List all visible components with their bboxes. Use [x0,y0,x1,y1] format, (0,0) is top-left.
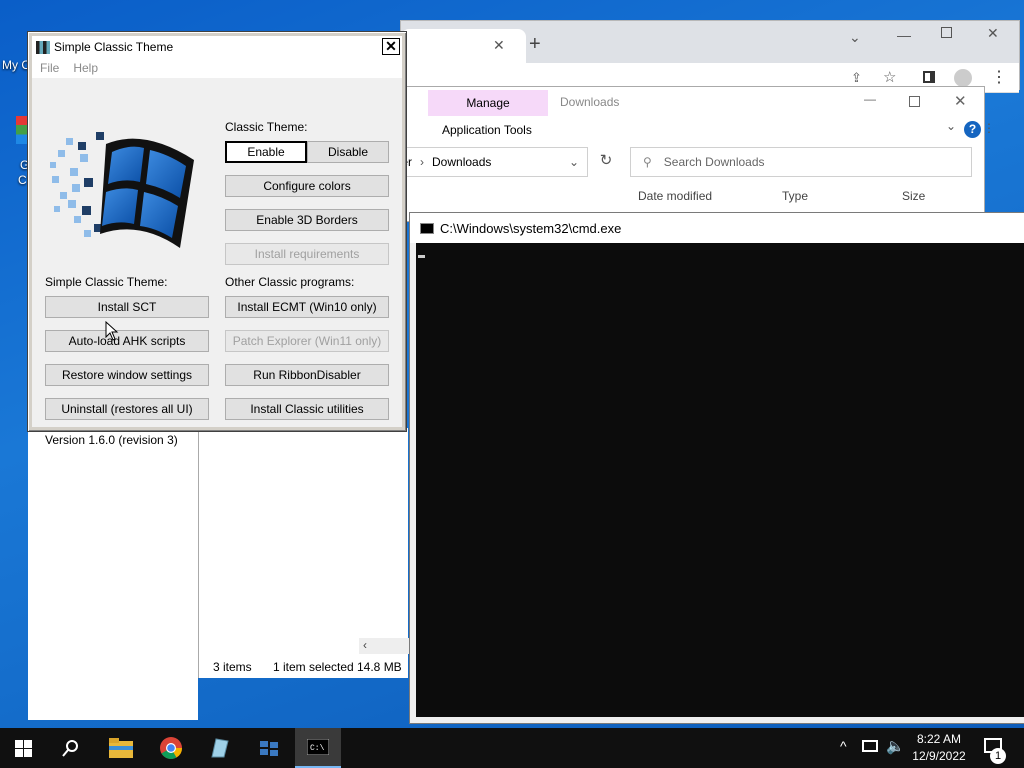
status-size: 14.8 MB [357,660,402,674]
clock-time[interactable]: 8:22 AM [906,732,972,746]
configure-colors-button[interactable]: Configure colors [225,175,389,197]
version-text: Version 1.6.0 (revision 3) [45,433,178,447]
close-icon[interactable]: ✕ [987,25,999,42]
patch-explorer-button[interactable]: Patch Explorer (Win11 only) [225,330,389,352]
sct-title: Simple Classic Theme [54,40,174,54]
explorer-lower-pane: ‹ 3 items 1 item selected 14.8 MB [198,428,409,678]
disable-button[interactable]: Disable [307,141,389,163]
autoload-ahk-button[interactable]: Auto-load AHK scripts [45,330,209,352]
column-header-size[interactable]: Size [902,189,925,203]
cmd-taskbar-icon[interactable]: C:\ [295,728,341,768]
profile-avatar-icon[interactable] [954,69,972,87]
install-classic-utilities-button[interactable]: Install Classic utilities [225,398,389,420]
desktop-icon-label[interactable]: My C [2,58,30,72]
classic-utility-icon[interactable] [196,728,242,768]
search-placeholder: Search Downloads [663,155,765,169]
sct-section-label: Simple Classic Theme: [45,275,168,289]
scroll-left-icon[interactable]: ‹ [363,638,367,652]
mouse-cursor-icon [105,321,119,341]
notification-badge: 1 [990,748,1006,764]
explorer-close-icon[interactable]: ✕ [954,92,967,110]
search-icon[interactable] [48,728,94,768]
enable-3d-borders-button[interactable]: Enable 3D Borders [225,209,389,231]
volume-icon[interactable]: 🔈 [886,737,905,755]
help-icon[interactable]: ? [964,121,981,138]
show-hidden-icons-icon[interactable]: ^ [840,738,847,754]
ribbon-expand-icon[interactable]: ⌄ [946,119,956,133]
status-selected: 1 item selected [273,660,354,674]
cmd-console[interactable] [416,243,1024,717]
desktop-icon-label-2b: C [18,173,27,187]
minimize-icon[interactable]: — [897,27,911,43]
sct-menubar: File Help [32,58,402,78]
browser-tabstrip: ✕ + ⌄ — ✕ [401,21,1019,63]
file-explorer-window: Manage Downloads — ✕ v Application Tools… [395,86,995,222]
maximize-icon[interactable] [941,27,952,38]
bookmark-star-icon[interactable]: ☆ [883,68,896,86]
sct-titlebar[interactable]: Simple Classic Theme ✕ [32,36,402,58]
network-icon[interactable] [862,740,878,752]
refresh-icon[interactable]: ↻ [594,151,618,173]
menu-file[interactable]: File [40,61,59,75]
windows-classic-logo-icon [50,132,194,248]
search-icon: ⚲ [643,155,652,169]
horizontal-scrollbar[interactable]: ‹ [359,638,409,654]
tab-close-icon[interactable]: ✕ [493,37,505,54]
sct-client-area: Classic Theme: Enable Disable Configure … [32,78,402,447]
explorer-minimize-icon[interactable]: — [864,92,876,106]
explorer-left-pane [28,428,198,720]
chevron-down-icon[interactable]: ⌄ [849,29,861,46]
address-bar[interactable]: ter › Downloads ⌄ [396,147,588,177]
restore-window-settings-button[interactable]: Restore window settings [45,364,209,386]
svg-text:C:\: C:\ [310,744,325,753]
new-tab-icon[interactable]: + [529,33,541,56]
ribbon-more-icon[interactable]: ⋮ [983,121,995,135]
status-item-count: 3 items [213,660,252,674]
install-ecmt-button[interactable]: Install ECMT (Win10 only) [225,296,389,318]
cmd-title: C:\Windows\system32\cmd.exe [440,220,622,236]
other-programs-label: Other Classic programs: [225,275,355,289]
chrome-icon[interactable] [148,728,194,768]
cmd-window: C:\Windows\system32\cmd.exe [409,212,1024,724]
share-icon[interactable]: ⇪ [851,70,862,86]
ribbon-application-tools-tab[interactable]: Application Tools [442,123,532,137]
run-ribbondisabler-button[interactable]: Run RibbonDisabler [225,364,389,386]
cmd-titlebar[interactable]: C:\Windows\system32\cmd.exe [410,213,1024,243]
explorer-maximize-icon[interactable] [909,96,920,107]
explorer-window-title: Downloads [560,95,620,109]
menu-help[interactable]: Help [73,61,98,75]
breadcrumb-separator-icon: › [420,155,425,169]
search-box[interactable]: ⚲ Search Downloads [630,147,972,177]
install-requirements-button[interactable]: Install requirements [225,243,389,265]
uninstall-button[interactable]: Uninstall (restores all UI) [45,398,209,420]
enable-button[interactable]: Enable [225,141,307,163]
taskbar: C:\ ^ 🔈 8:22 AM 12/9/2022 1 [0,728,1024,768]
sct-icon[interactable] [246,728,292,768]
ribbon-manage-tab[interactable]: Manage [428,90,548,116]
more-menu-icon[interactable]: ⋮ [991,67,1007,87]
install-sct-button[interactable]: Install SCT [45,296,209,318]
clock-date[interactable]: 12/9/2022 [906,749,972,763]
sct-window: Simple Classic Theme ✕ File Help Classic… [27,31,407,447]
browser-tab[interactable] [401,29,526,63]
browser-window: ✕ + ⌄ — ✕ ⇪ ☆ ⋮ [400,20,1020,93]
sct-close-button[interactable]: ✕ [382,38,400,55]
start-icon[interactable] [0,728,46,768]
address-dropdown-icon[interactable]: ⌄ [569,155,579,169]
console-cursor [418,255,425,258]
classic-theme-label: Classic Theme: [225,120,308,134]
breadcrumb-current[interactable]: Downloads [432,155,491,169]
cmd-icon [420,222,434,234]
file-explorer-icon[interactable] [98,728,144,768]
sct-app-icon [36,40,50,54]
side-panel-icon[interactable] [923,71,935,83]
manage-tab-label: Manage [466,96,510,110]
column-header-date[interactable]: Date modified [638,189,712,203]
column-header-type[interactable]: Type [782,189,808,203]
